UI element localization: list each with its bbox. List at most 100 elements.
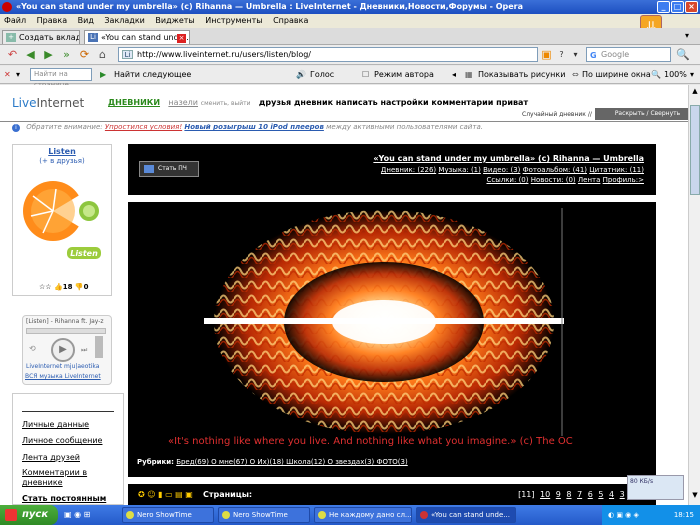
notice-ipod-link[interactable]: Новый розыгрыш 10 iPod плееров [184, 123, 324, 131]
address-dropdown-icon[interactable]: ▾ [569, 49, 582, 61]
page-scrollbar[interactable]: ▲ ▼ [688, 85, 700, 505]
nav-diaries[interactable]: ДНЕВНИКИ [108, 98, 160, 107]
search-go-icon[interactable]: 🔍 [676, 49, 690, 61]
stat-quotes[interactable]: Цитатник: (11) [589, 166, 644, 174]
home-icon[interactable]: ⌂ [96, 49, 109, 61]
taskbar-item[interactable]: Не каждому дано сл... [314, 507, 412, 523]
stat-profile[interactable]: Профиль:> [603, 176, 644, 184]
minimize-button[interactable]: _ [657, 1, 670, 13]
sidebar-link-personal-data[interactable]: Личные данные [22, 420, 89, 429]
become-pch-button[interactable]: Стать ПЧ [139, 161, 199, 177]
add-friend-link[interactable]: (+ в друзья) [13, 157, 111, 165]
scrollbar-thumb[interactable] [690, 105, 700, 195]
tab-active[interactable]: Li «You can stand unde... × [84, 30, 190, 44]
sidebar-link-subscribe[interactable]: Стать постоянным [22, 494, 106, 503]
taskbar-item[interactable]: Nero ShowTime [218, 507, 310, 523]
menu-edit[interactable]: Правка [37, 16, 67, 25]
page-link[interactable]: 3 [620, 490, 625, 499]
random-diary-link[interactable]: Случайный дневник // [522, 111, 592, 118]
page-link[interactable]: 7 [577, 490, 582, 499]
player-progress[interactable] [26, 328, 106, 334]
profile-stats: ☆☆ 👍18 👎0 [39, 283, 89, 291]
close-button[interactable]: × [685, 1, 698, 13]
rubrics-list[interactable]: Бред(69) О мне(67) О Их)(18) Школа(12) О… [176, 458, 408, 466]
page-link[interactable]: 4 [609, 490, 614, 499]
taskbar-item[interactable]: Nero ShowTime [122, 507, 214, 523]
sidebar-links: Личные данные Личное сообщение Лента дру… [12, 393, 124, 505]
next-icon[interactable]: ⏭ [81, 346, 87, 355]
address-field[interactable]: Li http://www.liveinternet.ru/users/list… [118, 47, 538, 62]
play-icon[interactable]: ▶ [51, 338, 75, 362]
close-tab-icon[interactable]: × [177, 34, 186, 43]
stat-links[interactable]: Ссылки: (0) [486, 176, 528, 184]
post-tools-icons[interactable]: ✪ ☺ ▮ ▭ ▤ ▣ [138, 490, 193, 499]
show-images-button[interactable]: Показывать рисунки [478, 69, 565, 81]
fit-width-button[interactable]: По ширине окна [582, 69, 651, 81]
pager: ✪ ☺ ▮ ▭ ▤ ▣ Страницы: [11] 10 9 8 7 6 5 … [128, 484, 656, 505]
stat-news[interactable]: Новости: (0) [531, 176, 576, 184]
maximize-button[interactable]: □ [671, 1, 684, 13]
tab-new[interactable]: + Создать вкладку [2, 30, 80, 44]
menu-tools[interactable]: Инструменты [205, 16, 262, 25]
rss-icon[interactable]: ▣ [540, 49, 553, 61]
stat-video[interactable]: Видео: (3) [483, 166, 520, 174]
page-link[interactable]: 6 [588, 490, 593, 499]
taskbar-item-label: Nero ShowTime [137, 511, 192, 519]
nav-username[interactable]: назели [168, 98, 198, 107]
taskbar-item-active[interactable]: «You can stand unde... [416, 507, 516, 523]
reload-icon[interactable]: ⟳ [78, 49, 91, 61]
info-icon[interactable]: ? [555, 49, 568, 61]
profile-name[interactable]: Listen [13, 147, 111, 156]
new-tab-icon: + [6, 33, 16, 42]
scroll-down-icon[interactable]: ▼ [690, 491, 700, 501]
fast-forward-icon[interactable]: » [60, 49, 73, 61]
menu-widgets[interactable]: Виджеты [155, 16, 194, 25]
back-history-icon[interactable]: ↶ [6, 49, 19, 61]
back-icon[interactable]: ◀ [24, 49, 37, 61]
menu-file[interactable]: Файл [4, 16, 26, 25]
page-link[interactable]: 5 [598, 490, 603, 499]
page-link[interactable]: 8 [566, 490, 571, 499]
find-input[interactable]: Найти на странице [30, 68, 92, 89]
rubrics-label: Рубрики: [137, 458, 174, 466]
tab-list-icon[interactable]: ▾ [680, 31, 694, 43]
page-link[interactable]: 9 [556, 490, 561, 499]
close-find-icon[interactable]: ✕ [4, 69, 11, 81]
nav-change-user[interactable]: сменить, выйти [201, 100, 251, 107]
zoom-level[interactable]: 100% [664, 69, 687, 81]
zoom-dropdown-icon[interactable]: ▾ [690, 69, 694, 81]
taskbar-item-label: Не каждому дано сл... [329, 511, 412, 519]
start-button[interactable]: пуск [0, 505, 58, 525]
voice-button[interactable]: Голос [310, 69, 334, 81]
nav-links[interactable]: друзья дневник написать настройки коммен… [259, 98, 528, 107]
menu-help[interactable]: Справка [273, 16, 308, 25]
post-title[interactable]: «You can stand under my umbrella» (c) Ri… [373, 154, 644, 163]
find-options-icon[interactable]: ▾ [16, 69, 20, 81]
find-next-button[interactable]: Найти следующее [114, 69, 191, 81]
author-mode-button[interactable]: Режим автора [374, 69, 434, 81]
volume-slider[interactable] [95, 336, 103, 358]
liveinternet-logo[interactable]: LiveInternet [12, 96, 84, 110]
tray-icons[interactable]: ◐ ▣ ◉ ◈ [608, 505, 639, 525]
sidebar-link-comments-2[interactable]: дневнике [22, 478, 63, 487]
sidebar-link-message[interactable]: Личное сообщение [22, 436, 102, 445]
forward-icon[interactable]: ▶ [42, 49, 55, 61]
menu-view[interactable]: Вид [78, 16, 94, 25]
network-speed-widget: 80 КБ/s [627, 475, 684, 500]
scroll-up-icon[interactable]: ▲ [690, 87, 700, 97]
stat-diary[interactable]: Дневник: (226) [381, 166, 436, 174]
stat-music[interactable]: Музыка: (1) [438, 166, 480, 174]
stat-feed[interactable]: Лента [578, 176, 601, 184]
quicklaunch-icons[interactable]: ▣ ◉ ⊞ [64, 510, 90, 519]
repeat-icon[interactable]: ⟲ [29, 344, 36, 353]
sidebar-link-friends-feed[interactable]: Лента друзей [22, 453, 80, 462]
stat-photo[interactable]: Фотоальбом: (41) [523, 166, 587, 174]
sidebar-link-comments[interactable]: Комментарии в [22, 468, 87, 477]
search-field[interactable]: G Google [586, 47, 671, 62]
menu-bookmarks[interactable]: Закладки [104, 16, 144, 25]
notice-terms-link[interactable]: Упростился условия! [105, 123, 182, 131]
expand-collapse-button[interactable]: Раскрыть / Свернуть [595, 108, 700, 120]
images-dropdown-icon[interactable]: ◂ [452, 69, 456, 81]
page-link[interactable]: 10 [540, 490, 550, 499]
all-music-link[interactable]: ВСЯ музыка LiveInternet [25, 373, 101, 380]
